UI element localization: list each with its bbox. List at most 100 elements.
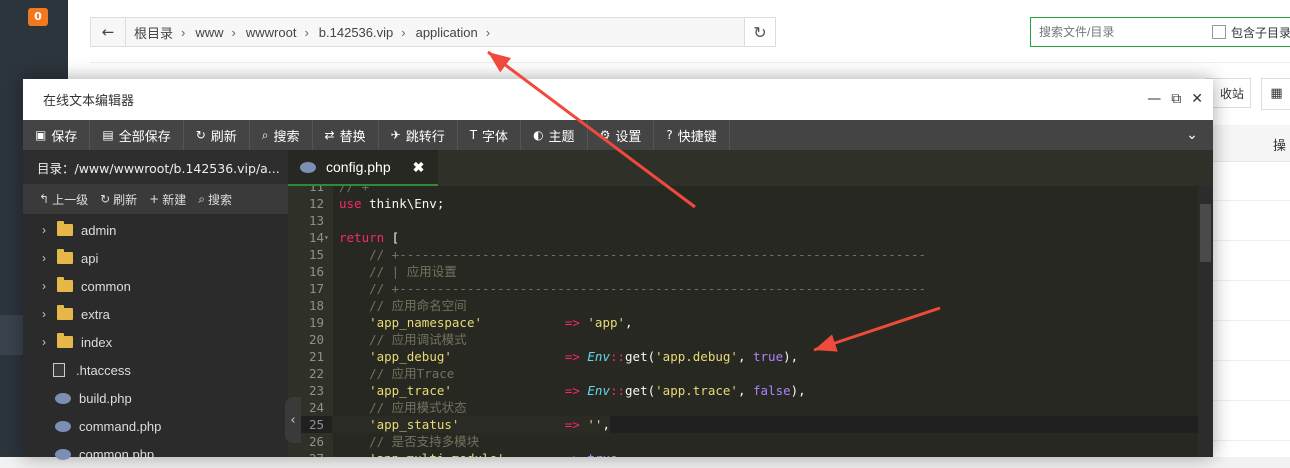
- code-lines[interactable]: 11// +12 use think\Env; 13 14 ▾ return [15 //…: [288, 186, 1198, 457]
- theme-button[interactable]: ◐ 主题: [521, 120, 588, 150]
- gear-button[interactable]: ⚙ 设置: [588, 120, 655, 150]
- chevron-right-icon[interactable]: ›: [35, 223, 53, 237]
- search-input[interactable]: [1037, 24, 1206, 40]
- code-line[interactable]: 17 // +---------------------------------…: [288, 280, 1198, 297]
- back-arrow-icon[interactable]: ←: [91, 18, 126, 46]
- table-header: 操: [1213, 125, 1290, 162]
- chevron-right-icon[interactable]: ›: [35, 335, 53, 349]
- code-text: // 应用命名空间: [369, 298, 467, 313]
- replace-icon: ⇄: [324, 128, 335, 142]
- search-button[interactable]: ⌕ 搜索: [198, 191, 232, 208]
- code-line[interactable]: 14 ▾ return [: [288, 229, 1198, 246]
- goto-icon: ✈: [390, 128, 401, 142]
- plus-button[interactable]: + 新建: [149, 191, 186, 208]
- breadcrumb-item[interactable]: wwwroot: [246, 25, 297, 40]
- code-line[interactable]: 22 // 应用Trace: [288, 365, 1198, 382]
- code-line[interactable]: 11 // +: [288, 186, 1198, 195]
- tree-item[interactable]: › common: [23, 272, 288, 300]
- code-line[interactable]: 25 'app_status' => '',: [288, 416, 1198, 433]
- editor-titlebar: 在线文本编辑器 — ⧉ ✕: [23, 79, 1213, 120]
- refresh-button[interactable]: ↻ 刷新: [184, 120, 250, 150]
- toolbar-label: 设置: [615, 129, 642, 145]
- breadcrumb-item[interactable]: 根目录: [134, 23, 173, 42]
- grid-view-icon[interactable]: ▦: [1261, 78, 1290, 110]
- tree-item[interactable]: › api: [23, 244, 288, 272]
- breadcrumb-item[interactable]: www: [195, 25, 223, 40]
- code-text: 'app_debug' => Env::get('app.debug', tru…: [369, 349, 799, 364]
- maximize-icon[interactable]: ⧉: [1171, 91, 1181, 107]
- tab-filename: config.php: [326, 159, 391, 175]
- tree-item-name: build.php: [79, 390, 132, 406]
- subdir-checkbox[interactable]: [1212, 25, 1226, 39]
- breadcrumb-separator-icon: ›: [231, 24, 236, 40]
- tree-item-name: .htaccess: [76, 362, 131, 378]
- close-icon[interactable]: ✕: [1191, 91, 1203, 107]
- tree-item[interactable]: › admin: [23, 216, 288, 244]
- up-button[interactable]: ↰ 上一级: [39, 191, 88, 208]
- tree-item[interactable]: › extra: [23, 300, 288, 328]
- tree-item[interactable]: command.php: [23, 412, 288, 440]
- code-line[interactable]: 13: [288, 212, 1198, 229]
- search-button[interactable]: ⌕ 搜索: [250, 120, 313, 150]
- up-icon: ↰: [39, 192, 50, 206]
- chevron-right-icon[interactable]: ›: [35, 251, 53, 265]
- vertical-scrollbar[interactable]: [1198, 186, 1213, 457]
- tab-config-php[interactable]: config.php ✖: [288, 150, 438, 186]
- replace-button[interactable]: ⇄ 替换: [313, 120, 379, 150]
- code-text: // 应用调试模式: [369, 332, 467, 347]
- search-icon: ⌕: [261, 127, 269, 142]
- fold-icon: [324, 365, 332, 382]
- code-text: 'app_trace' => Env::get('app.trace', fal…: [369, 383, 806, 398]
- tree-item[interactable]: › index: [23, 328, 288, 356]
- refresh-icon[interactable]: ↻: [744, 18, 775, 46]
- tree-item[interactable]: build.php: [23, 384, 288, 412]
- code-editor[interactable]: config.php ✖ 11// +12 use think\Env; 13 14 ▾…: [288, 150, 1213, 457]
- address-bar: ← 根目录 › www › wwwroot › b.142536.vip › applicati…: [90, 17, 776, 47]
- notification-badge[interactable]: 0: [28, 8, 48, 26]
- code-line[interactable]: 15 // +---------------------------------…: [288, 246, 1198, 263]
- divider: [90, 62, 1290, 63]
- scrollbar-thumb[interactable]: [1200, 204, 1211, 262]
- code-text: use think\Env;: [339, 196, 445, 211]
- code-line[interactable]: 27 'app_multi_module' => true,: [288, 450, 1198, 457]
- code-line[interactable]: 18 // 应用命名空间: [288, 297, 1198, 314]
- code-line[interactable]: 21 'app_debug' => Env::get('app.debug', …: [288, 348, 1198, 365]
- line-number: 15: [308, 247, 324, 262]
- close-tab-icon[interactable]: ✖: [413, 159, 425, 176]
- tree-item[interactable]: common.php: [23, 440, 288, 468]
- breadcrumb-separator-icon: ›: [401, 24, 406, 40]
- line-number: 17: [308, 281, 324, 296]
- goto-button[interactable]: ✈ 跳转行: [379, 120, 458, 150]
- chevron-right-icon[interactable]: ›: [35, 307, 53, 321]
- save-all-button[interactable]: ▤ 全部保存: [90, 120, 184, 150]
- help-button[interactable]: ? 快捷键: [654, 120, 730, 150]
- save-button[interactable]: ▣ 保存: [23, 120, 91, 150]
- code-line[interactable]: 23 'app_trace' => Env::get('app.trace', …: [288, 382, 1198, 399]
- tree-item[interactable]: .htaccess: [23, 356, 288, 384]
- breadcrumb-item[interactable]: application: [416, 25, 478, 40]
- table-row: [1213, 320, 1290, 321]
- collapse-toolbar-icon[interactable]: ⌄: [1171, 120, 1213, 150]
- line-number: 20: [308, 332, 324, 347]
- code-line[interactable]: 19 'app_namespace' => 'app',: [288, 314, 1198, 331]
- breadcrumb-item[interactable]: b.142536.vip: [319, 25, 393, 40]
- minimize-icon[interactable]: —: [1147, 91, 1161, 107]
- code-line[interactable]: 12 use think\Env;: [288, 195, 1198, 212]
- code-line[interactable]: 24 // 应用模式状态: [288, 399, 1198, 416]
- chevron-right-icon[interactable]: ›: [35, 279, 53, 293]
- code-line[interactable]: 20 // 应用调试模式: [288, 331, 1198, 348]
- gear-icon: ⚙: [599, 128, 611, 142]
- file-tree-sidebar: 目录：/www/wwwroot/b.142536.vip/a... ↰ 上一级 ↻ 刷…: [23, 150, 288, 462]
- table-row: [1213, 440, 1290, 441]
- help-icon: ?: [666, 128, 673, 142]
- font-button[interactable]: T 字体: [458, 120, 522, 150]
- collapse-sidebar-icon[interactable]: ‹: [285, 397, 301, 443]
- sidebar-toolbar: ↰ 上一级 ↻ 刷新 + 新建 ⌕ 搜索: [23, 184, 288, 214]
- theme-icon: ◐: [533, 128, 544, 142]
- fold-icon[interactable]: ▾: [324, 229, 332, 246]
- code-line[interactable]: 26 // 是否支持多模块: [288, 433, 1198, 450]
- code-line[interactable]: 16 // | 应用设置: [288, 263, 1198, 280]
- save-icon: ▣: [35, 128, 47, 142]
- fold-icon: [324, 186, 332, 195]
- refresh-button[interactable]: ↻ 刷新: [100, 191, 137, 208]
